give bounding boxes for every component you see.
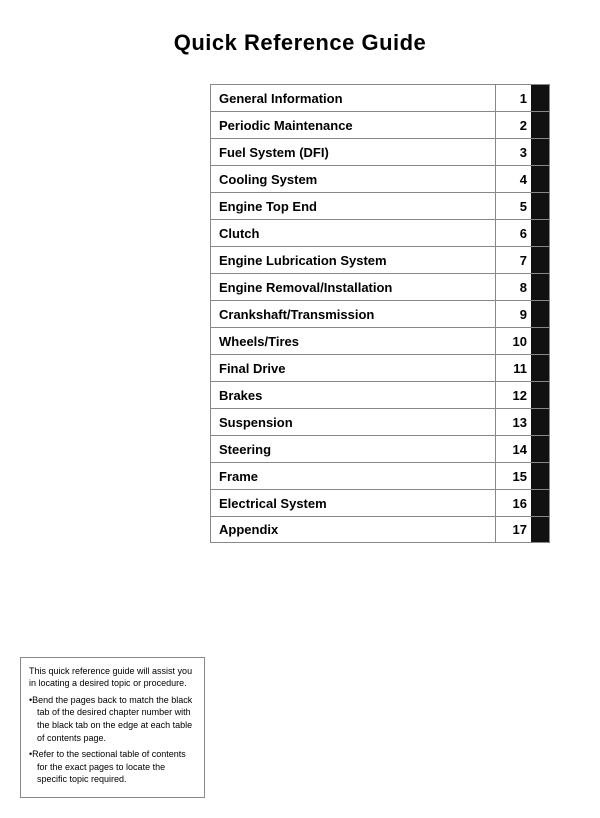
- toc-item-label: Brakes: [211, 382, 495, 408]
- table-row[interactable]: Suspension13: [210, 408, 550, 435]
- toc-item-number: 7: [495, 247, 531, 273]
- toc-item-label: Cooling System: [211, 166, 495, 192]
- toc-item-label: General Information: [211, 85, 495, 111]
- toc-item-label: Appendix: [211, 517, 495, 542]
- table-row[interactable]: Fuel System (DFI)3: [210, 138, 550, 165]
- toc-item-tab: [531, 328, 549, 354]
- note-box: This quick reference guide will assist y…: [20, 657, 205, 798]
- table-row[interactable]: Brakes12: [210, 381, 550, 408]
- toc-item-label: Periodic Maintenance: [211, 112, 495, 138]
- toc-item-tab: [531, 463, 549, 489]
- toc-item-tab: [531, 85, 549, 111]
- toc-item-number: 5: [495, 193, 531, 219]
- toc-item-label: Frame: [211, 463, 495, 489]
- toc-item-number: 6: [495, 220, 531, 246]
- toc-item-tab: [531, 139, 549, 165]
- table-row[interactable]: Cooling System4: [210, 165, 550, 192]
- toc-item-number: 12: [495, 382, 531, 408]
- page-title: Quick Reference Guide: [0, 30, 600, 56]
- toc-item-tab: [531, 490, 549, 516]
- toc-item-number: 14: [495, 436, 531, 462]
- table-row[interactable]: Clutch6: [210, 219, 550, 246]
- toc-item-label: Fuel System (DFI): [211, 139, 495, 165]
- toc-item-number: 4: [495, 166, 531, 192]
- toc-item-tab: [531, 166, 549, 192]
- note-bullet2: •Refer to the sectional table of content…: [29, 748, 196, 786]
- table-row[interactable]: Steering14: [210, 435, 550, 462]
- toc-item-number: 16: [495, 490, 531, 516]
- toc-item-number: 11: [495, 355, 531, 381]
- toc-item-tab: [531, 409, 549, 435]
- toc-item-label: Engine Lubrication System: [211, 247, 495, 273]
- toc-item-label: Clutch: [211, 220, 495, 246]
- toc-item-tab: [531, 517, 549, 542]
- table-row[interactable]: Final Drive11: [210, 354, 550, 381]
- toc-item-number: 10: [495, 328, 531, 354]
- toc-item-label: Electrical System: [211, 490, 495, 516]
- toc-item-label: Steering: [211, 436, 495, 462]
- toc-item-tab: [531, 112, 549, 138]
- note-bullet1: •Bend the pages back to match the black …: [29, 694, 196, 744]
- toc-item-tab: [531, 274, 549, 300]
- toc-item-tab: [531, 220, 549, 246]
- toc-container: General Information1Periodic Maintenance…: [210, 84, 550, 543]
- toc-item-label: Engine Removal/Installation: [211, 274, 495, 300]
- toc-item-label: Wheels/Tires: [211, 328, 495, 354]
- toc-item-tab: [531, 355, 549, 381]
- table-row[interactable]: Frame15: [210, 462, 550, 489]
- toc-item-label: Engine Top End: [211, 193, 495, 219]
- table-row[interactable]: Periodic Maintenance2: [210, 111, 550, 138]
- table-row[interactable]: Engine Removal/Installation8: [210, 273, 550, 300]
- toc-item-number: 17: [495, 517, 531, 542]
- toc-item-label: Crankshaft/Transmission: [211, 301, 495, 327]
- toc-item-tab: [531, 247, 549, 273]
- note-line1: This quick reference guide will assist y…: [29, 665, 196, 690]
- page: Quick Reference Guide General Informatio…: [0, 0, 600, 818]
- table-row[interactable]: Appendix17: [210, 516, 550, 543]
- table-row[interactable]: Crankshaft/Transmission9: [210, 300, 550, 327]
- toc-item-number: 3: [495, 139, 531, 165]
- table-row[interactable]: Wheels/Tires10: [210, 327, 550, 354]
- toc-item-tab: [531, 193, 549, 219]
- toc-item-number: 13: [495, 409, 531, 435]
- toc-item-number: 15: [495, 463, 531, 489]
- toc-item-number: 2: [495, 112, 531, 138]
- toc-item-number: 9: [495, 301, 531, 327]
- toc-item-label: Final Drive: [211, 355, 495, 381]
- table-row[interactable]: Electrical System16: [210, 489, 550, 516]
- toc-item-tab: [531, 301, 549, 327]
- toc-item-number: 1: [495, 85, 531, 111]
- toc-item-tab: [531, 382, 549, 408]
- table-row[interactable]: Engine Lubrication System7: [210, 246, 550, 273]
- toc-item-label: Suspension: [211, 409, 495, 435]
- toc-item-tab: [531, 436, 549, 462]
- table-row[interactable]: General Information1: [210, 84, 550, 111]
- toc-item-number: 8: [495, 274, 531, 300]
- table-row[interactable]: Engine Top End5: [210, 192, 550, 219]
